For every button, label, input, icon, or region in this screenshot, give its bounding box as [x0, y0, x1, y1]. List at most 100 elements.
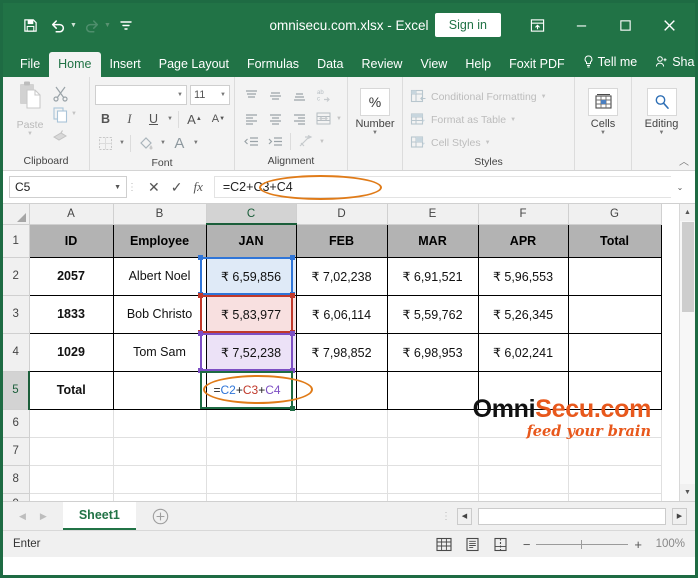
close-button[interactable]: [647, 3, 691, 47]
percent-style-icon[interactable]: %: [360, 88, 390, 116]
cell-G5[interactable]: [567, 370, 662, 410]
tab-data[interactable]: Data: [308, 52, 352, 78]
row-header-6[interactable]: 6: [3, 409, 30, 438]
scroll-left-button[interactable]: ◀: [457, 507, 472, 525]
grow-font-button[interactable]: A ▲: [184, 109, 205, 130]
add-sheet-button[interactable]: [136, 502, 185, 530]
cell-G7[interactable]: [568, 437, 662, 466]
column-header-b[interactable]: B: [113, 204, 207, 225]
cell-F8[interactable]: [478, 465, 569, 494]
cell-G6[interactable]: [568, 409, 662, 438]
cell-D7[interactable]: [296, 437, 388, 466]
sheet-tab-sheet1[interactable]: Sheet1: [62, 502, 136, 530]
editing-button[interactable]: Editing ▼: [638, 86, 686, 136]
paste-button[interactable]: Paste ▼: [8, 81, 52, 137]
row-header-2[interactable]: 2: [3, 257, 30, 296]
underline-dropdown-icon[interactable]: ▼: [167, 116, 173, 122]
column-header-d[interactable]: D: [296, 204, 388, 225]
cell-B3[interactable]: Bob Christo: [112, 294, 207, 334]
next-sheet-icon[interactable]: ▶: [40, 511, 47, 522]
increase-indent-button[interactable]: [264, 131, 286, 152]
tell-me-button[interactable]: Tell me: [574, 49, 647, 78]
cell-A5[interactable]: Total: [28, 370, 114, 410]
tab-insert[interactable]: Insert: [101, 52, 150, 78]
cell-D3[interactable]: ₹ 6,06,114: [295, 294, 388, 334]
cell-E6[interactable]: [387, 409, 479, 438]
row-header-9[interactable]: 9: [3, 493, 30, 501]
scroll-right-button[interactable]: ▶: [672, 507, 687, 525]
row-header-8[interactable]: 8: [3, 465, 30, 494]
zoom-slider[interactable]: [536, 538, 629, 551]
cell-G2[interactable]: [567, 256, 662, 296]
cell-G1[interactable]: Total: [567, 223, 662, 258]
cancel-formula-icon[interactable]: ✕: [148, 179, 160, 196]
formula-input[interactable]: =C2+C3+C4: [213, 176, 671, 198]
vertical-scrollbar[interactable]: ▲ ▼: [679, 204, 695, 501]
cell-D1[interactable]: FEB: [295, 223, 388, 258]
borders-button[interactable]: [95, 133, 116, 154]
scroll-up-button[interactable]: ▲: [679, 204, 695, 221]
normal-view-icon[interactable]: [435, 535, 454, 554]
cell-C1[interactable]: JAN: [205, 223, 297, 258]
font-color-button[interactable]: A: [169, 133, 190, 154]
cell-A3[interactable]: 1833: [28, 294, 114, 334]
previous-sheet-icon[interactable]: ◀: [19, 511, 26, 522]
cell-F9[interactable]: [478, 493, 569, 501]
horizontal-scroll-track[interactable]: [478, 507, 666, 525]
cell-C3[interactable]: ₹ 5,83,977: [205, 294, 297, 334]
column-header-c[interactable]: C: [206, 204, 297, 225]
cell-E2[interactable]: ₹ 6,91,521: [386, 256, 479, 296]
align-center-button[interactable]: [264, 108, 286, 129]
vertical-scroll-thumb[interactable]: [681, 222, 694, 312]
number-format-button[interactable]: % Number ▼: [353, 86, 397, 136]
customize-qat-icon[interactable]: [113, 12, 139, 38]
cell-A2[interactable]: 2057: [28, 256, 114, 296]
cell-A1[interactable]: ID: [28, 223, 114, 258]
cells-dropdown-icon[interactable]: ▼: [600, 130, 606, 136]
column-header-e[interactable]: E: [387, 204, 479, 225]
italic-button[interactable]: I: [119, 109, 140, 130]
borders-dropdown-icon[interactable]: ▼: [119, 140, 125, 146]
collapse-ribbon-icon[interactable]: ︿: [679, 153, 689, 168]
cell-G9[interactable]: [568, 493, 662, 501]
row-header-3[interactable]: 3: [3, 295, 30, 334]
cell-F1[interactable]: APR: [477, 223, 569, 258]
shrink-font-button[interactable]: A ▼: [208, 109, 229, 130]
share-button[interactable]: Share: [646, 49, 695, 78]
cell-F3[interactable]: ₹ 5,26,345: [477, 294, 569, 334]
minimize-button[interactable]: [559, 3, 603, 47]
cell-D4[interactable]: ₹ 7,98,852: [295, 332, 388, 372]
cell-D6[interactable]: [296, 409, 388, 438]
cell-C7[interactable]: [206, 437, 297, 466]
number-dropdown-icon[interactable]: ▼: [372, 130, 378, 136]
decrease-indent-button[interactable]: [240, 131, 262, 152]
cell-E5[interactable]: [386, 370, 479, 410]
find-magnifier-icon[interactable]: [646, 88, 677, 116]
select-all-button[interactable]: [3, 204, 30, 225]
row-header-4[interactable]: 4: [3, 333, 30, 372]
cell-F4[interactable]: ₹ 6,02,241: [477, 332, 569, 372]
cell-C4[interactable]: ₹ 7,52,238: [205, 332, 297, 372]
cell-D2[interactable]: ₹ 7,02,238: [295, 256, 388, 296]
tab-page-layout[interactable]: Page Layout: [150, 52, 238, 78]
tab-file[interactable]: File: [11, 52, 49, 78]
editing-dropdown-icon[interactable]: ▼: [659, 130, 665, 136]
cell-C9[interactable]: [206, 493, 297, 501]
cells-icon[interactable]: [588, 88, 618, 116]
bold-button[interactable]: B: [95, 109, 116, 130]
align-top-button[interactable]: [240, 85, 262, 106]
cell-B5[interactable]: [112, 370, 207, 410]
cell-B8[interactable]: [113, 465, 207, 494]
row-header-1[interactable]: 1: [3, 224, 30, 258]
column-header-g[interactable]: G: [568, 204, 662, 225]
column-header-f[interactable]: F: [478, 204, 569, 225]
tab-home[interactable]: Home: [49, 51, 101, 77]
cell-E4[interactable]: ₹ 6,98,953: [386, 332, 479, 372]
page-break-preview-icon[interactable]: [491, 535, 510, 554]
name-box-dropdown-icon[interactable]: ▼: [114, 184, 121, 191]
save-icon[interactable]: [17, 12, 43, 38]
cells-button[interactable]: Cells ▼: [580, 86, 626, 136]
sign-in-button[interactable]: Sign in: [434, 13, 501, 37]
font-color-dropdown-icon[interactable]: ▼: [193, 140, 199, 146]
cell-E7[interactable]: [387, 437, 479, 466]
